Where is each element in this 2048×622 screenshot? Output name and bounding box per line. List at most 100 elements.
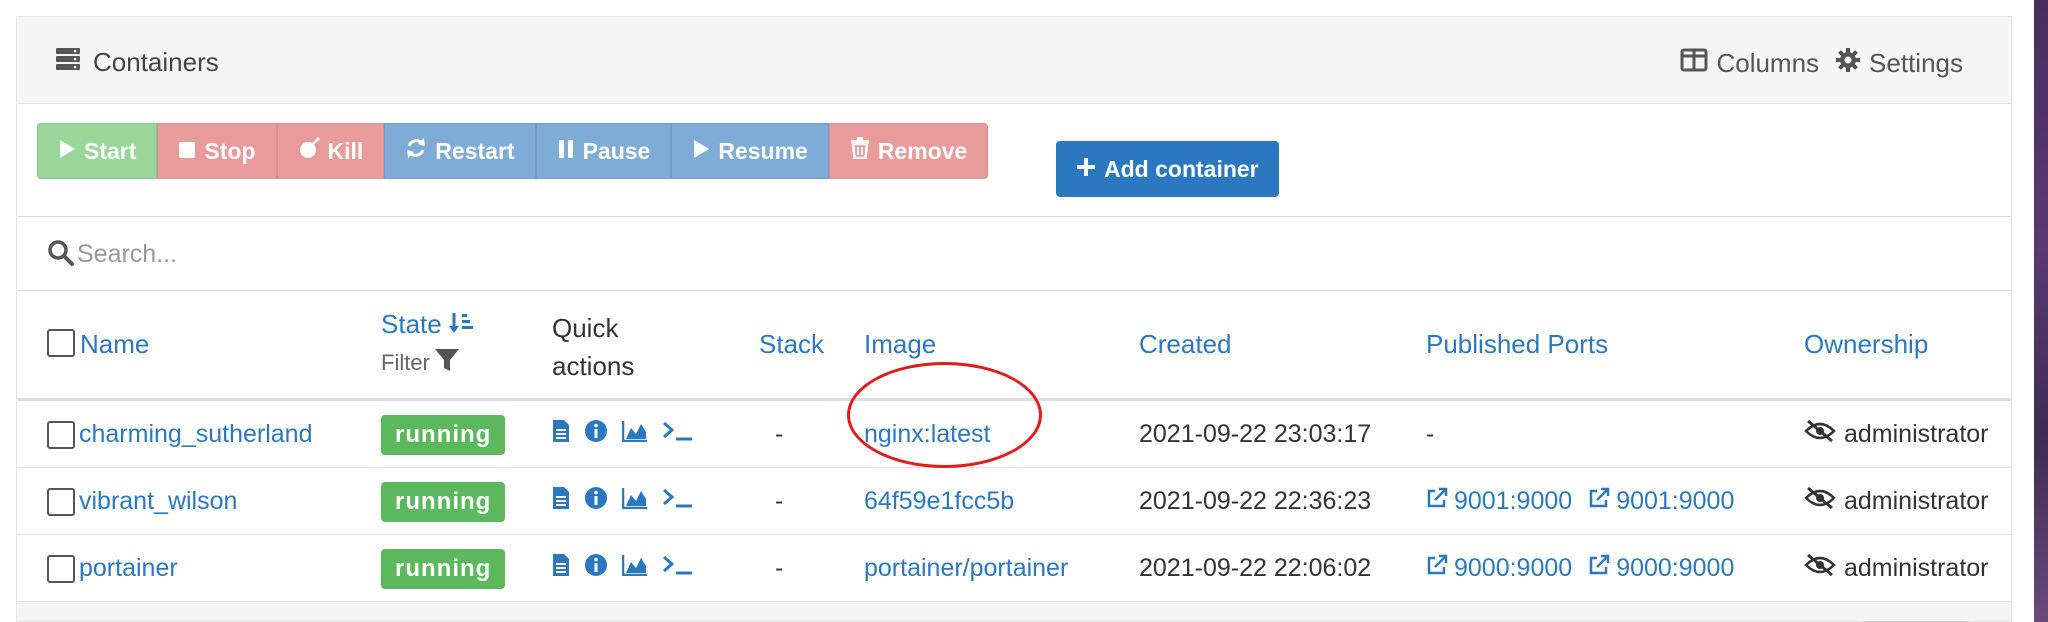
image-link[interactable]: 64f59e1fcc5b (864, 468, 1014, 535)
image-link[interactable]: portainer/portainer (864, 535, 1068, 602)
container-actions-group: Start Stop Kill Restart Pause Resume Rem… (37, 123, 989, 179)
columns-button[interactable]: Columns (1680, 48, 1819, 79)
external-link-icon (1426, 554, 1448, 583)
stack-value: - (775, 554, 784, 582)
row-checkbox[interactable] (47, 468, 75, 535)
panel-title: Containers (55, 47, 219, 78)
start-button[interactable]: Start (37, 123, 158, 179)
resume-button[interactable]: Resume (671, 123, 829, 179)
pause-label: Pause (582, 137, 651, 164)
row-checkbox[interactable] (47, 535, 75, 602)
table-header: Name State Filter Quick actions Stack Im… (17, 291, 2011, 401)
server-icon (55, 47, 81, 78)
column-image[interactable]: Image (864, 329, 936, 360)
search-bar (17, 217, 2011, 291)
published-port-link[interactable]: 9000:9000 (1588, 554, 1734, 583)
restart-button[interactable]: Restart (384, 123, 536, 179)
row-checkbox[interactable] (47, 401, 75, 468)
column-name[interactable]: Name (80, 329, 149, 360)
stack-value: - (775, 487, 784, 515)
kill-label: Kill (327, 137, 364, 164)
panel-title-text: Containers (93, 47, 219, 77)
stats-icon[interactable] (621, 554, 648, 583)
containers-table: Name State Filter Quick actions Stack Im… (17, 291, 2011, 602)
column-published-ports[interactable]: Published Ports (1426, 329, 1608, 360)
eye-slash-icon (1804, 553, 1836, 584)
external-link-icon (1588, 554, 1610, 583)
add-container-button[interactable]: Add container (1056, 141, 1279, 197)
panel-header: Containers Columns Settings (17, 17, 2011, 103)
created-value: 2021-09-22 22:36:23 (1139, 487, 1372, 515)
add-container-label: Add container (1104, 155, 1259, 182)
ownership-value: administrator (1804, 401, 1989, 468)
console-icon[interactable] (662, 554, 694, 583)
stats-icon[interactable] (621, 420, 648, 449)
gear-icon (1835, 47, 1861, 80)
info-icon[interactable] (584, 553, 608, 584)
sync-icon (405, 137, 427, 165)
stop-button[interactable]: Stop (157, 123, 277, 179)
ports-value: 9001:9000 9001:9000 (1426, 468, 1750, 535)
filter-icon (434, 347, 460, 379)
published-port-link[interactable]: 9001:9000 (1426, 487, 1572, 516)
created-value: 2021-09-22 23:03:17 (1139, 420, 1372, 448)
quick-actions (552, 401, 694, 468)
pause-button[interactable]: Pause (535, 123, 672, 179)
quick-actions (552, 468, 694, 535)
select-all-checkbox[interactable] (47, 329, 75, 357)
stats-icon[interactable] (621, 487, 648, 516)
console-icon[interactable] (662, 420, 694, 449)
external-link-icon (1426, 487, 1448, 516)
column-ownership[interactable]: Ownership (1804, 329, 1928, 360)
published-port-link[interactable]: 9001:9000 (1588, 487, 1734, 516)
table-row: vibrant_wilson running - 64f59e1fcc5b 20… (17, 468, 2011, 535)
logs-icon[interactable] (552, 553, 570, 584)
published-port-link[interactable]: 9000:9000 (1426, 554, 1572, 583)
ports-value: 9000:9000 9000:9000 (1426, 535, 1750, 602)
play-icon (692, 138, 710, 165)
ownership-value: administrator (1804, 468, 1989, 535)
external-link-icon (1588, 487, 1610, 516)
state-filter[interactable]: Filter (381, 347, 460, 379)
eye-slash-icon (1804, 419, 1836, 450)
eye-slash-icon (1804, 486, 1836, 517)
table-row: portainer running - portainer/portainer … (17, 535, 2011, 602)
remove-button[interactable]: Remove (828, 123, 989, 179)
info-icon[interactable] (584, 419, 608, 450)
console-icon[interactable] (662, 487, 694, 516)
logs-icon[interactable] (552, 486, 570, 517)
status-badge: running (381, 481, 506, 522)
play-icon (58, 138, 76, 165)
stop-label: Stop (204, 137, 256, 164)
table-row: charming_sutherland running - nginx:late… (17, 401, 2011, 468)
quick-actions (552, 535, 694, 602)
kill-button[interactable]: Kill (276, 123, 385, 179)
resume-label: Resume (718, 137, 808, 164)
bomb-icon (298, 137, 320, 165)
stack-value: - (775, 420, 784, 448)
search-input[interactable] (77, 233, 1877, 275)
column-created[interactable]: Created (1139, 329, 1232, 360)
restart-label: Restart (435, 137, 515, 164)
column-quick-actions: Quick actions (552, 313, 635, 381)
container-name-link[interactable]: charming_sutherland (79, 401, 312, 468)
column-stack[interactable]: Stack (759, 329, 824, 360)
status-badge: running (381, 548, 506, 589)
columns-icon (1680, 48, 1708, 79)
container-name-link[interactable]: portainer (79, 535, 178, 602)
columns-label: Columns (1716, 48, 1820, 78)
info-icon[interactable] (584, 486, 608, 517)
settings-button[interactable]: Settings (1835, 47, 1963, 80)
status-badge: running (381, 414, 506, 455)
container-name-link[interactable]: vibrant_wilson (79, 468, 237, 535)
column-state[interactable]: State (381, 309, 475, 342)
created-value: 2021-09-22 22:06:02 (1139, 554, 1372, 582)
search-icon (47, 239, 75, 272)
image-link[interactable]: nginx:latest (864, 401, 990, 468)
ports-value: - (1426, 420, 1435, 448)
pause-icon (557, 138, 575, 165)
start-label: Start (84, 137, 137, 164)
trash-icon (850, 137, 870, 165)
logs-icon[interactable] (552, 419, 570, 450)
sort-amount-icon (448, 311, 475, 342)
